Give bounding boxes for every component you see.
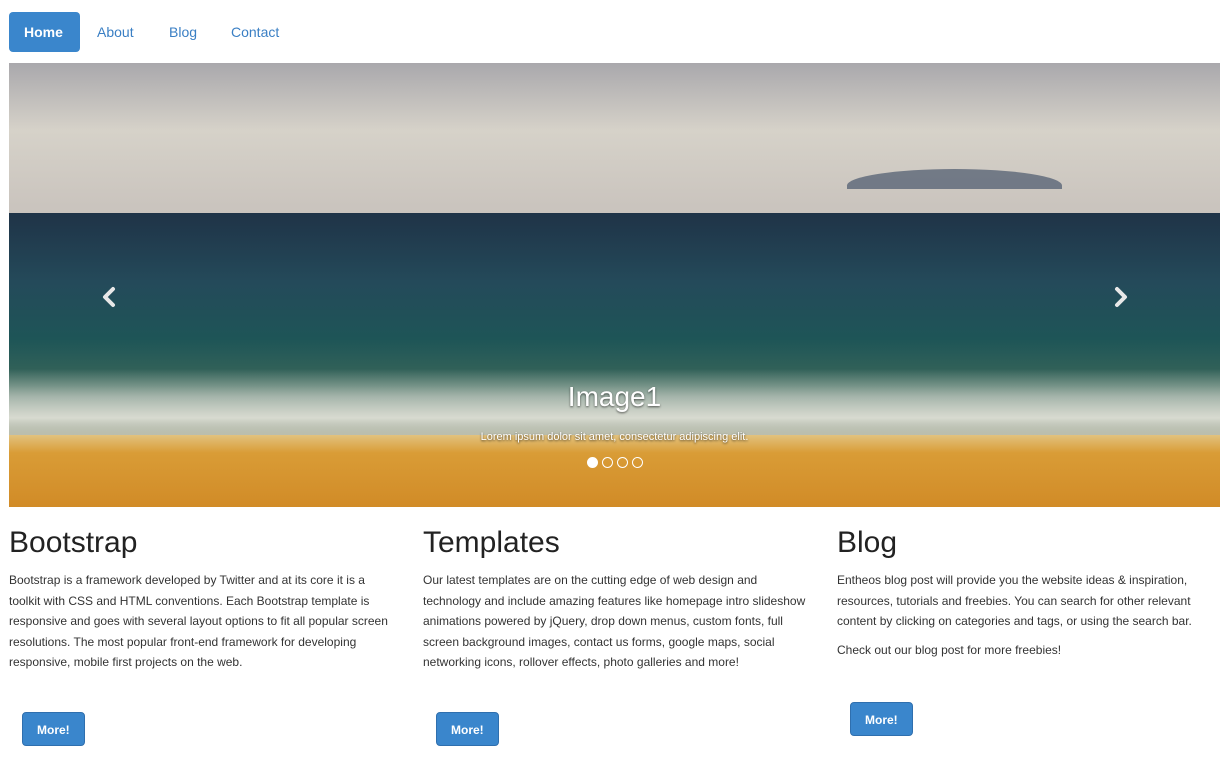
carousel-caption-title: Image1: [567, 381, 662, 412]
carousel-indicator-2[interactable]: [601, 457, 613, 468]
carousel-indicator-1[interactable]: [586, 457, 598, 468]
nav-home[interactable]: Home: [9, 12, 80, 52]
carousel-indicator-4[interactable]: [631, 457, 643, 468]
beach-image-sand: [9, 435, 1220, 507]
nav-about[interactable]: About: [82, 12, 149, 52]
carousel-next-button[interactable]: [1109, 285, 1133, 309]
column-text: Bootstrap is a framework developed by Tw…: [9, 573, 388, 669]
blog-more-button[interactable]: More!: [850, 702, 913, 736]
carousel-indicator-3[interactable]: [616, 457, 628, 468]
column-title: Bootstrap: [9, 526, 138, 559]
column-text: Check out our blog post for more freebie…: [837, 642, 1062, 657]
column-title: Templates: [423, 526, 560, 559]
chevron-left-icon: [103, 287, 115, 307]
templates-more-button[interactable]: More!: [436, 712, 499, 746]
column-text: Entheos blog post will provide you the w…: [837, 573, 1192, 628]
hero-carousel: Image1 Lorem ipsum dolor sit amet, conse…: [9, 63, 1220, 507]
column-bootstrap: Bootstrap Bootstrap is a framework devel…: [9, 522, 394, 673]
column-blog: Blog Entheos blog post will provide you …: [837, 522, 1222, 660]
bootstrap-more-button[interactable]: More!: [22, 712, 85, 746]
column-text: Our latest templates are on the cutting …: [423, 573, 806, 669]
carousel-prev-button[interactable]: [97, 285, 121, 309]
beach-image-sky: [9, 63, 1220, 213]
column-templates: Templates Our latest templates are on th…: [423, 522, 808, 673]
top-navbar: Home About Blog Contact: [0, 0, 1231, 62]
chevron-right-icon: [1115, 287, 1127, 307]
carousel-caption-text: Lorem ipsum dolor sit amet, consectetur …: [480, 431, 749, 443]
column-title: Blog: [837, 526, 898, 559]
carousel-indicators: [9, 457, 1220, 468]
nav-contact[interactable]: Contact: [216, 12, 294, 52]
nav-blog[interactable]: Blog: [154, 12, 212, 52]
